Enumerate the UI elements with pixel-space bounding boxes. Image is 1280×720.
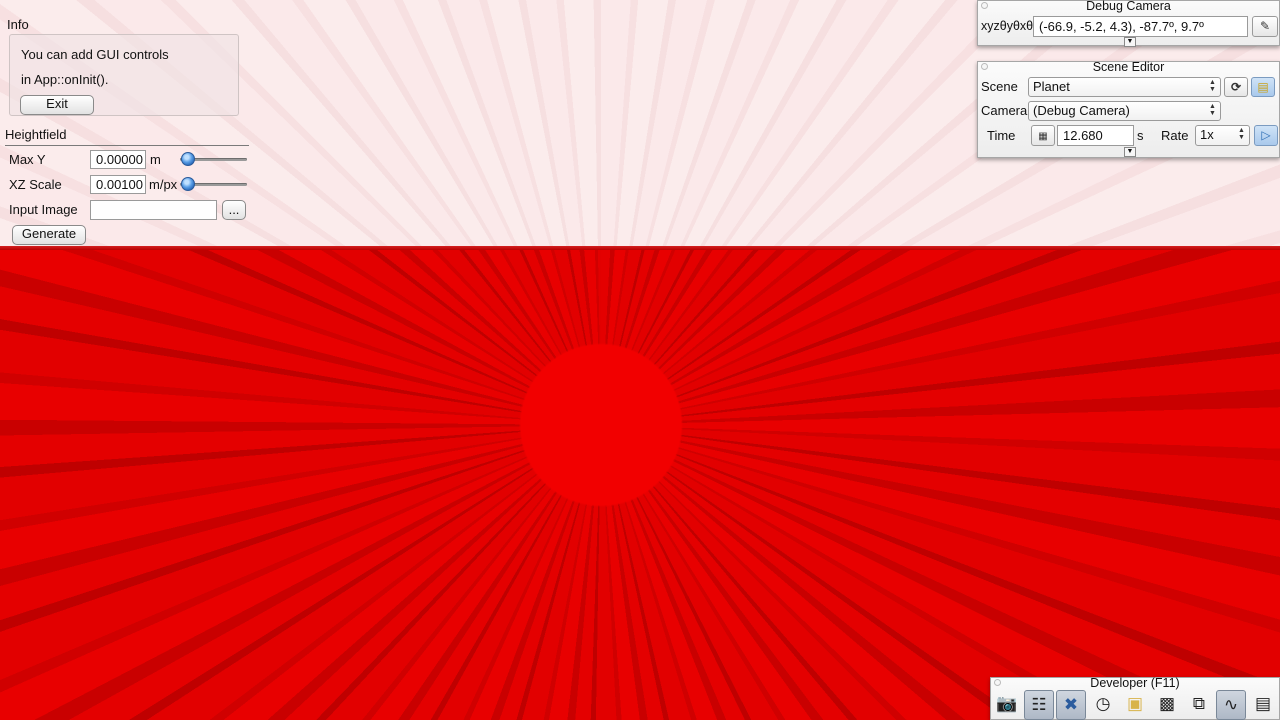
section-divider (5, 145, 249, 146)
max-y-unit: m (150, 152, 161, 167)
camera-select-value: (Debug Camera) (1033, 103, 1130, 118)
generate-button[interactable]: Generate (12, 225, 86, 245)
lock-icon: ▤ (1257, 80, 1269, 94)
developer-window[interactable]: Developer (F11) 📷 ☷ ✖ ◷ ▣ ▩ ⧉ ∿ ▤ (990, 677, 1280, 720)
time-label: Time (987, 128, 1016, 143)
edit-camera-button[interactable]: ✎ (1252, 16, 1278, 37)
xz-scale-slider-knob[interactable] (181, 177, 195, 191)
triangle-down-icon[interactable]: ▼ (1124, 37, 1136, 47)
windows-icon[interactable]: ⧉ (1184, 690, 1214, 720)
debug-camera-window[interactable]: Debug Camera xyzθyθxθz (-66.9, -5.2, 4.3… (977, 0, 1280, 47)
max-y-field[interactable]: 0.00000 (90, 150, 146, 169)
graph-icon[interactable]: ∿ (1216, 690, 1246, 720)
scene-label: Scene (981, 79, 1018, 94)
rate-select[interactable]: 1x ▲ ▼ (1195, 125, 1250, 146)
info-box: You can add GUI controls in App::onInit(… (9, 34, 239, 116)
rate-label: Rate (1161, 128, 1189, 143)
info-text-line1: You can add GUI controls (21, 47, 169, 62)
document-icon[interactable]: ▤ (1248, 690, 1278, 720)
info-section-title: Info (7, 17, 29, 32)
camera-label: Camera (981, 103, 1028, 118)
scene-select-value: Planet (1033, 79, 1070, 94)
clock-icon[interactable]: ◷ (1088, 690, 1118, 720)
rate-select-value: 1x (1200, 127, 1214, 142)
max-y-slider-knob[interactable] (181, 152, 195, 166)
play-icon: ▷ (1261, 128, 1271, 142)
scene-select[interactable]: Planet ▲ ▼ (1028, 77, 1221, 97)
camera-icon[interactable]: 📷 (992, 690, 1022, 720)
camera-select[interactable]: (Debug Camera) ▲ ▼ (1028, 101, 1221, 121)
terminal-icon[interactable]: ▩ (1152, 690, 1182, 720)
camera-coordinates-field[interactable]: (-66.9, -5.2, 4.3), -87.7º, 9.7º (1033, 16, 1248, 37)
exit-button[interactable]: Exit (20, 95, 94, 115)
input-image-label: Input Image (9, 202, 78, 217)
updown-arrows-icon: ▲ ▼ (1209, 103, 1216, 117)
time-unit: s (1137, 128, 1144, 143)
xz-scale-unit: m/px (149, 177, 178, 192)
play-button[interactable]: ▷ (1254, 125, 1278, 146)
reload-scene-button[interactable]: ⟳ (1224, 77, 1248, 97)
updown-arrows-icon: ▲ ▼ (1238, 127, 1245, 141)
tools-icon[interactable]: ✖ (1056, 690, 1086, 720)
horizon-line (0, 246, 1280, 250)
scene-editor-window[interactable]: Scene Editor Scene Planet ▲ ▼ ⟳ ▤ Camera … (977, 61, 1280, 158)
debug-camera-title: Debug Camera (1086, 0, 1171, 13)
input-image-field[interactable] (90, 200, 217, 220)
scene-editor-title: Scene Editor (1092, 60, 1165, 74)
heightfield-section-title: Heightfield (5, 127, 67, 142)
info-text-line2: in App::onInit(). (21, 72, 109, 87)
clapper-icon: ▦ (1038, 131, 1048, 142)
coordinate-label: xyzθyθxθz (981, 19, 1040, 33)
time-field[interactable]: 12.680 (1057, 125, 1134, 146)
triangle-down-icon[interactable]: ▼ (1124, 147, 1136, 157)
pencil-icon: ✎ (1259, 19, 1271, 33)
updown-arrows-icon: ▲ ▼ (1209, 79, 1216, 93)
max-y-label: Max Y (9, 152, 46, 167)
reload-icon: ⟳ (1230, 80, 1242, 94)
time-toggle-button[interactable]: ▦ (1031, 125, 1055, 146)
xz-scale-label: XZ Scale (9, 177, 62, 192)
lock-scene-button[interactable]: ▤ (1251, 77, 1275, 97)
note-icon[interactable]: ▣ (1120, 690, 1150, 720)
developer-title: Developer (F11) (1090, 676, 1180, 690)
xz-scale-field[interactable]: 0.00100 (90, 175, 146, 194)
clapperboard-icon[interactable]: ☷ (1024, 690, 1054, 720)
browse-button[interactable]: ... (222, 200, 246, 220)
